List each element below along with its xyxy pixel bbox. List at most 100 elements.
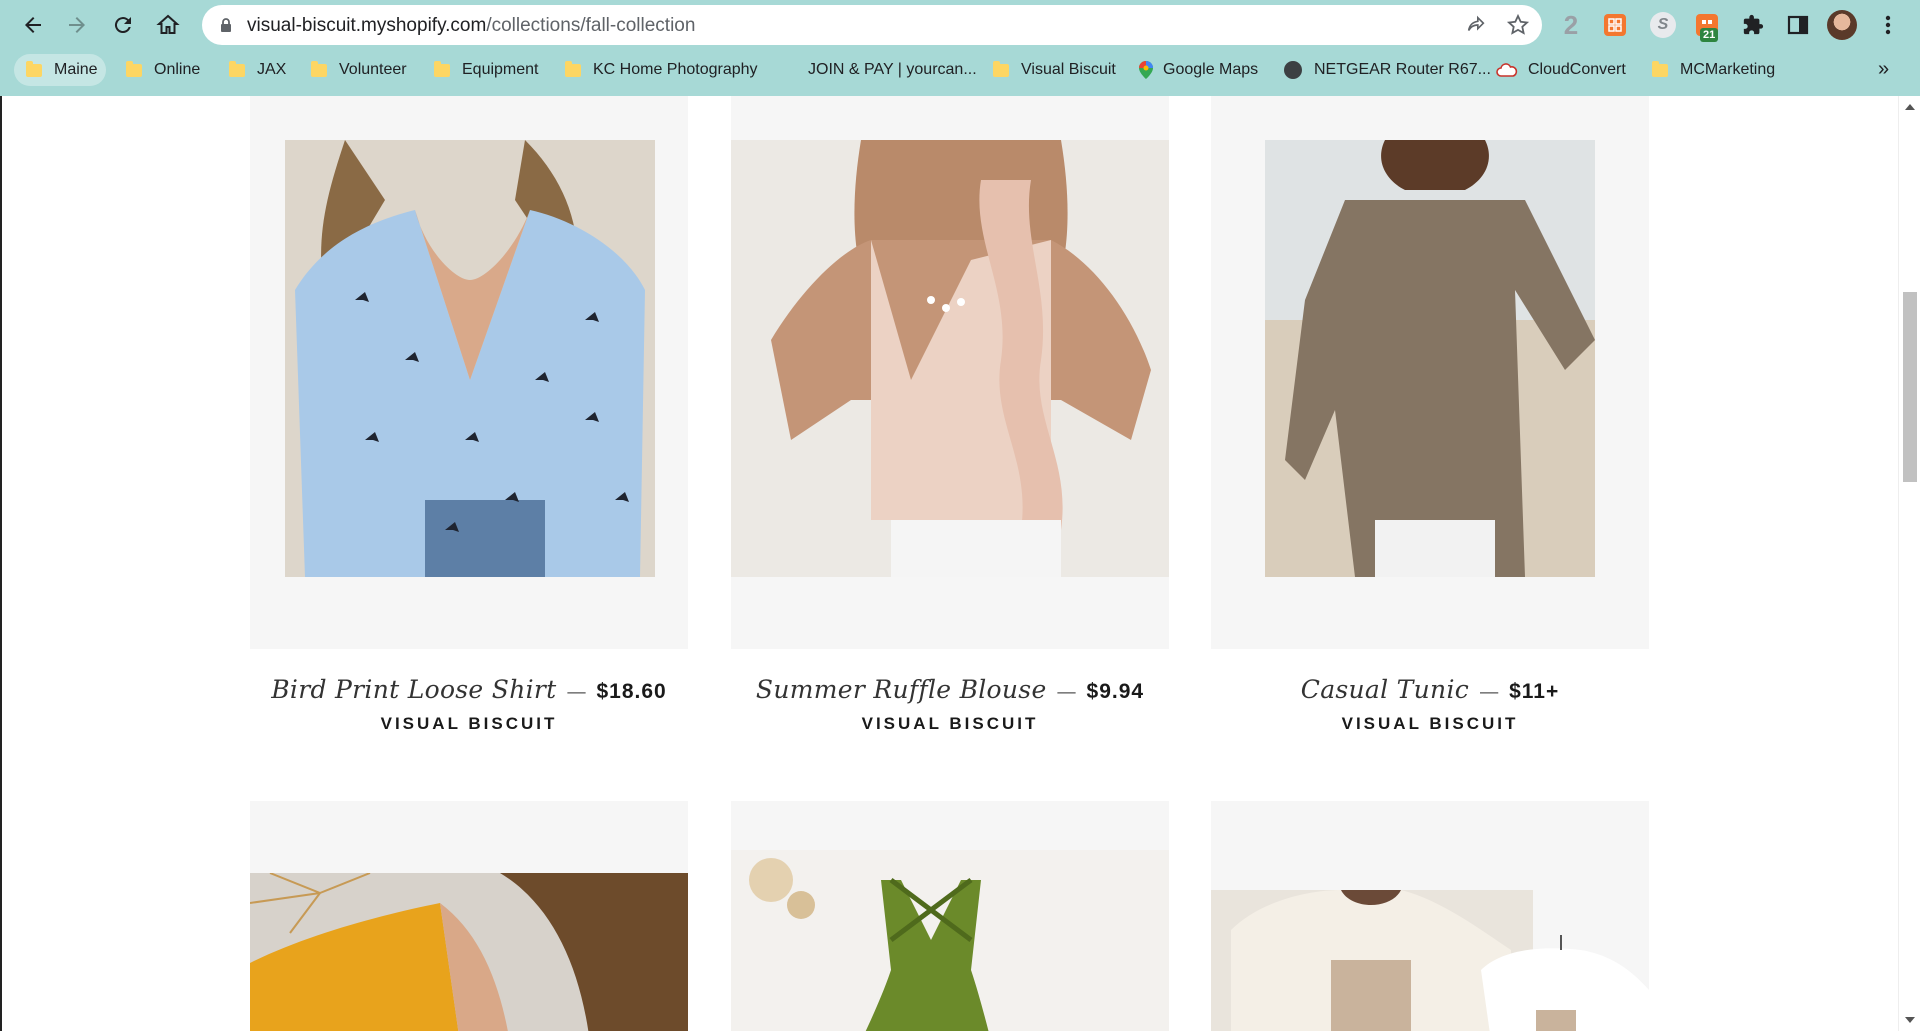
extension-badge: 21 xyxy=(1700,28,1719,42)
url-text[interactable]: visual-biscuit.myshopify.com/collections… xyxy=(247,15,695,37)
product-image[interactable] xyxy=(731,96,1169,649)
product-vendor: VISUAL BISCUIT xyxy=(1341,714,1519,733)
bookmark-jax[interactable]: JAX xyxy=(229,54,286,86)
bookmark-google-maps[interactable]: Google Maps xyxy=(1139,54,1258,86)
bookmark-equipment[interactable]: Equipment xyxy=(434,54,539,86)
extensions-button[interactable] xyxy=(1740,12,1766,38)
bookmark-label: JAX xyxy=(257,61,287,78)
extension-orange-icon[interactable] xyxy=(1604,14,1626,36)
arrow-right-icon xyxy=(69,17,85,33)
folder-icon xyxy=(311,60,327,77)
arrow-left-icon xyxy=(25,17,41,33)
product-price: $9.94 xyxy=(1086,680,1145,703)
bookmark-label: Online xyxy=(154,61,201,78)
product-vendor: VISUAL BISCUIT xyxy=(380,714,558,733)
product-card[interactable]: Summer Ruffle Blouse — $9.94 VISUAL BISCUI… xyxy=(731,96,1169,734)
bookmark-kc-home-photography[interactable]: KC Home Photography xyxy=(565,54,758,86)
browser-toolbar: visual-biscuit.myshopify.com/collections… xyxy=(0,0,1920,50)
bookmark-visual-biscuit[interactable]: Visual Biscuit xyxy=(993,54,1116,86)
bookmarks-bar: Maine Online JAX Volunteer Equipment KC … xyxy=(0,52,1920,88)
forward-button[interactable] xyxy=(61,9,93,41)
grid-icon xyxy=(1608,18,1622,32)
bookmark-label: Volunteer xyxy=(339,61,407,78)
extension-two-icon[interactable]: 2 xyxy=(1558,9,1584,40)
bookmark-online[interactable]: Online xyxy=(126,54,200,86)
profile-avatar[interactable] xyxy=(1827,10,1857,40)
product-card[interactable] xyxy=(731,801,1169,1031)
reload-button[interactable] xyxy=(107,9,139,41)
extension-s-label: S xyxy=(1657,16,1669,33)
folder-icon xyxy=(434,60,450,77)
extension-two-label: 2 xyxy=(1563,9,1579,40)
bookmark-star-icon[interactable] xyxy=(1506,13,1530,37)
product-card[interactable] xyxy=(1211,801,1649,1031)
browser-menu-button[interactable] xyxy=(1875,12,1901,38)
folder-icon xyxy=(126,60,142,77)
product-price: $11+ xyxy=(1509,680,1560,703)
bookmark-label: NETGEAR Router R67... xyxy=(1314,61,1491,78)
home-icon xyxy=(156,14,180,34)
bookmark-cloudconvert[interactable]: CloudConvert xyxy=(1496,54,1626,86)
product-image[interactable] xyxy=(250,801,688,1031)
product-image[interactable] xyxy=(1211,801,1649,1031)
product-image[interactable] xyxy=(731,801,1169,1031)
product-title-row[interactable]: Summer Ruffle Blouse — $9.94 xyxy=(731,675,1169,704)
scrollbar-thumb[interactable] xyxy=(1903,292,1917,482)
bookmark-netgear[interactable]: NETGEAR Router R67... xyxy=(1284,54,1491,86)
ruffle-blouse-photo xyxy=(731,140,1169,577)
url-path: /collections/fall-collection xyxy=(486,15,696,36)
url-host: visual-biscuit.myshopify.com xyxy=(247,15,487,36)
folder-icon xyxy=(26,60,42,77)
product-image[interactable] xyxy=(250,96,688,649)
product-title[interactable]: Bird Print Loose Shirt xyxy=(271,675,556,704)
bookmarks-overflow-button[interactable]: » xyxy=(1878,58,1889,81)
product-card[interactable]: Bird Print Loose Shirt — $18.60 VISUAL BIS… xyxy=(250,96,688,734)
product-title[interactable]: Casual Tunic xyxy=(1301,675,1469,704)
puzzle-icon xyxy=(1743,14,1764,35)
side-panel-button[interactable] xyxy=(1785,12,1811,38)
bookmark-label: KC Home Photography xyxy=(593,61,758,78)
bookmark-label: Google Maps xyxy=(1163,61,1259,78)
folder-icon xyxy=(565,60,581,77)
cloud-icon xyxy=(1496,63,1518,77)
scroll-up-arrow-icon[interactable] xyxy=(1905,104,1915,110)
address-bar[interactable]: visual-biscuit.myshopify.com/collections… xyxy=(202,5,1542,45)
bookmark-label: MCMarketing xyxy=(1680,61,1776,78)
kebab-menu-icon xyxy=(1885,15,1891,35)
price-separator: — xyxy=(1479,679,1500,703)
graphic-tee-photo xyxy=(1211,890,1649,1031)
bookmark-volunteer[interactable]: Volunteer xyxy=(311,54,407,86)
collection-page: Bird Print Loose Shirt — $18.60 VISUAL BIS… xyxy=(0,96,1920,1031)
browser-chrome: visual-biscuit.myshopify.com/collections… xyxy=(0,0,1920,96)
reload-icon xyxy=(114,17,131,34)
price-separator: — xyxy=(566,679,587,703)
globe-icon xyxy=(1284,61,1302,79)
product-title[interactable]: Summer Ruffle Blouse xyxy=(756,675,1047,704)
bird-shirt-photo xyxy=(285,140,655,577)
bookmark-mcmarketing[interactable]: MCMarketing xyxy=(1652,54,1775,86)
map-pin-icon xyxy=(1139,61,1153,79)
folder-icon xyxy=(1652,60,1668,77)
bookmark-label: CloudConvert xyxy=(1528,61,1626,78)
product-vendor: VISUAL BISCUIT xyxy=(861,714,1039,733)
product-card[interactable]: Casual Tunic — $11+ VISUAL BISCUIT xyxy=(1211,96,1649,734)
folder-icon xyxy=(993,60,1009,77)
product-title-row[interactable]: Casual Tunic — $11+ xyxy=(1211,675,1649,704)
extension-s-icon[interactable]: S xyxy=(1650,12,1676,38)
page-scrollbar[interactable] xyxy=(1898,96,1920,1031)
product-card[interactable] xyxy=(250,801,688,1031)
home-button[interactable] xyxy=(152,9,184,41)
bookmark-maine[interactable]: Maine xyxy=(14,54,106,86)
product-image[interactable] xyxy=(1211,96,1649,649)
bookmark-join-pay[interactable]: JOIN & PAY | yourcan... xyxy=(808,54,977,86)
back-button[interactable] xyxy=(17,9,49,41)
share-icon[interactable] xyxy=(1465,14,1487,36)
product-price: $18.60 xyxy=(596,680,667,703)
bookmark-label: Maine xyxy=(54,61,98,78)
product-title-row[interactable]: Bird Print Loose Shirt — $18.60 xyxy=(250,675,688,704)
yellow-sweater-photo xyxy=(250,873,688,1031)
bookmark-label: Equipment xyxy=(462,61,539,78)
price-separator: — xyxy=(1056,679,1077,703)
lock-icon xyxy=(221,18,231,32)
scroll-down-arrow-icon[interactable] xyxy=(1905,1017,1915,1023)
